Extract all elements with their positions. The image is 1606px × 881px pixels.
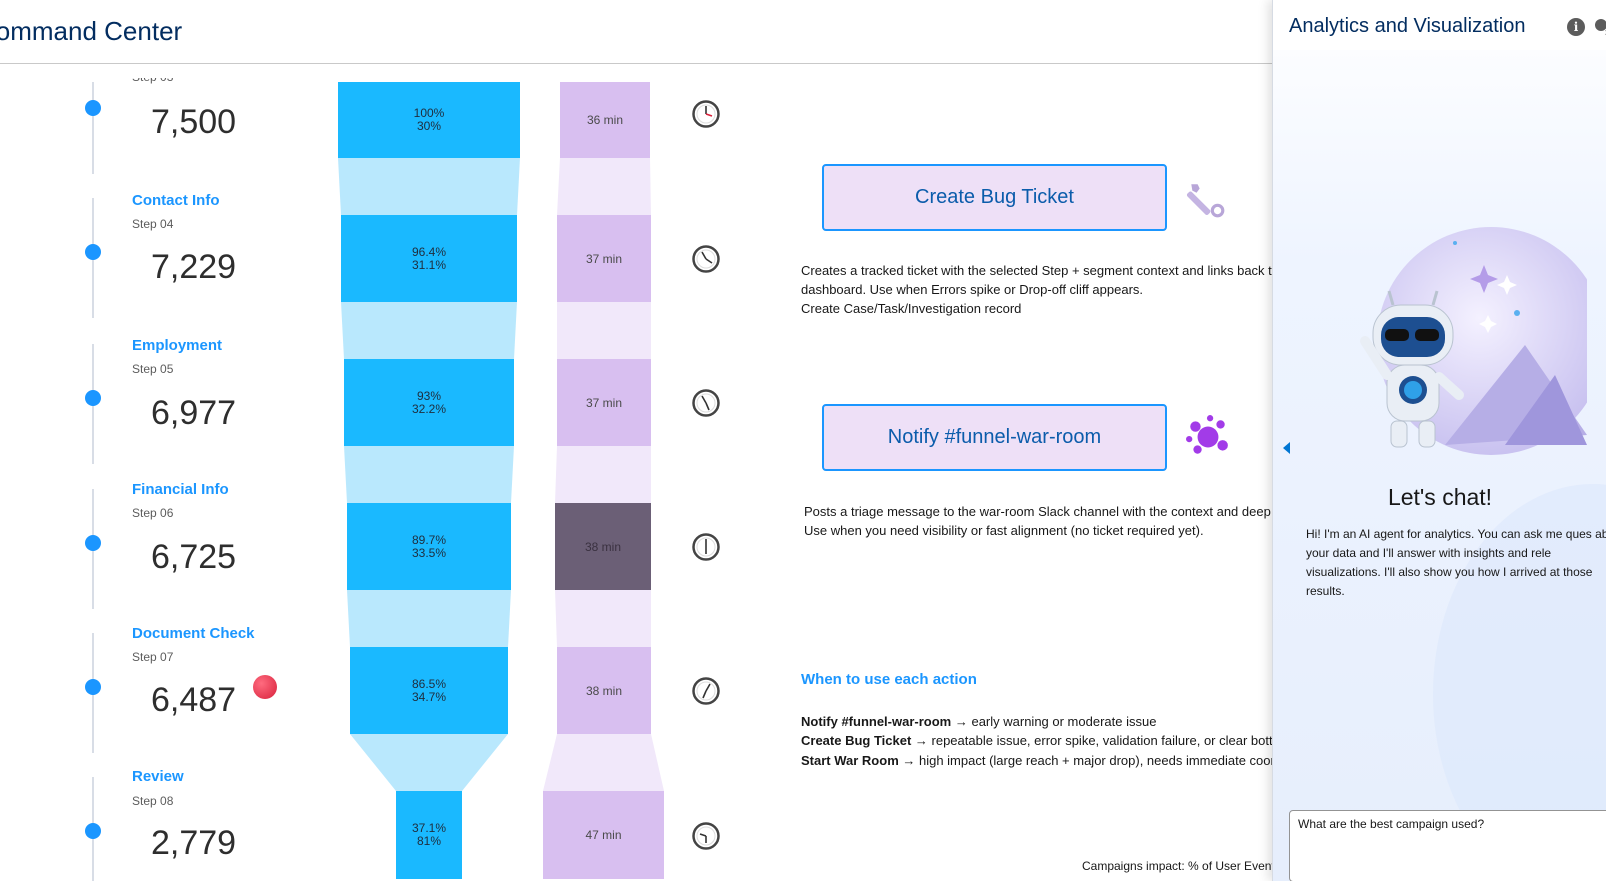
time-bar[interactable]: 47 min [543,791,664,879]
pct-drop: 33.5% [411,545,447,560]
alert-indicator[interactable] [253,675,277,699]
clock-icon[interactable] [692,533,720,561]
pct-drop: 32.2% [411,401,447,416]
analytics-chat-panel: Analytics and Visualization i Let's chat… [1272,0,1606,881]
chat-input[interactable]: What are the best campaign used? [1289,810,1606,881]
step-name[interactable]: Document Check [132,625,255,642]
timeline-dot [85,390,101,406]
step-number: Step 04 [132,217,174,231]
conversion-bar[interactable]: 89.7% 33.5% [347,503,511,590]
step-count: 6,487 [151,681,237,719]
bug-ticket-description: Creates a tracked ticket with the select… [801,263,1280,316]
time-bar[interactable]: 38 min [557,647,651,734]
step-number: Step 06 [132,506,174,520]
time-bar-selected[interactable]: 38 min [555,503,651,590]
funnel-connector [338,158,520,215]
pct-of-previous: 89.7% [411,532,447,547]
conversion-bar[interactable]: 100% 30% [338,82,520,158]
clock-icon[interactable] [692,822,720,850]
astro-illustration [1360,227,1587,455]
pct-of-previous: 86.5% [411,676,447,691]
step-name[interactable]: Review [132,768,184,785]
step-count: 6,725 [151,538,237,576]
pct-of-previous: 96.4% [411,244,447,259]
time-bar[interactable]: 37 min [557,359,651,446]
panel-header: Analytics and Visualization i [1273,0,1606,50]
step-name[interactable]: Contact Info [132,192,220,209]
funnel-connector [344,446,514,503]
when-item: Create Bug Ticket → repeatable issue, er… [801,733,1283,748]
funnel-connector [347,590,511,647]
funnel-connector [350,734,508,791]
when-item: Notify #funnel-war-room → early warning … [801,714,1157,729]
step-count: 2,779 [151,824,237,862]
conversion-bar[interactable]: 86.5% 34.7% [350,647,508,734]
collapse-left-icon[interactable] [1283,442,1290,454]
timeline-dot [85,100,101,116]
time-bar[interactable]: 37 min [557,215,651,302]
chat-intro: Hi! I'm an AI agent for analytics. You c… [1306,527,1606,598]
step-number: Step 07 [132,650,174,664]
time-connector [555,446,651,503]
timeline-line [92,82,94,174]
pct-of-previous: 93% [416,388,442,403]
info-icon[interactable]: i [1567,18,1585,36]
conversion-bar[interactable]: 37.1% 81% [396,791,462,879]
timeline-dot [85,823,101,839]
wrench-icon [1186,184,1225,218]
close-icon[interactable] [1593,17,1606,37]
step-number: Step 05 [132,362,174,376]
chat-title: Let's chat! [1387,484,1493,510]
time-connector [543,734,664,791]
notify-description: Posts a triage message to the war-room S… [804,504,1305,538]
step-number: Step 08 [132,794,174,808]
notify-war-room-button[interactable]: Notify #funnel-war-room [822,404,1167,471]
time-connector [557,158,651,215]
create-bug-ticket-button[interactable]: Create Bug Ticket [822,164,1167,231]
slack-splat-icon [1186,415,1228,454]
step-count: 6,977 [151,394,237,432]
panel-title: Analytics and Visualization [1289,15,1526,37]
time-connector [555,590,651,647]
time-connector [557,302,651,359]
clock-icon[interactable] [692,677,720,705]
step-count: 7,500 [151,103,237,141]
when-item: Start War Room → high impact (large reac… [801,753,1275,768]
timeline-dot [85,244,101,260]
when-to-use-heading: When to use each action [801,671,977,688]
conversion-bar[interactable]: 96.4% 31.1% [341,215,517,302]
clock-icon[interactable] [692,389,720,417]
timeline-dot [85,679,101,695]
pct-drop: 31.1% [411,257,447,272]
conversion-bar[interactable]: 93% 32.2% [344,359,514,446]
campaigns-impact-label: Campaigns impact: % of User Event [1082,859,1275,873]
pct-drop: 30% [416,119,442,133]
step-name[interactable]: Employment [132,337,222,354]
timeline-dot [85,535,101,551]
time-bar[interactable]: 36 min [560,82,650,158]
step-count: 7,229 [151,248,237,286]
clock-icon[interactable] [692,100,720,128]
pct-drop: 34.7% [411,689,447,704]
clock-icon[interactable] [692,245,720,273]
step-name[interactable]: Financial Info [132,481,229,498]
funnel-connector [341,302,517,359]
pct-drop: 81% [416,834,442,848]
